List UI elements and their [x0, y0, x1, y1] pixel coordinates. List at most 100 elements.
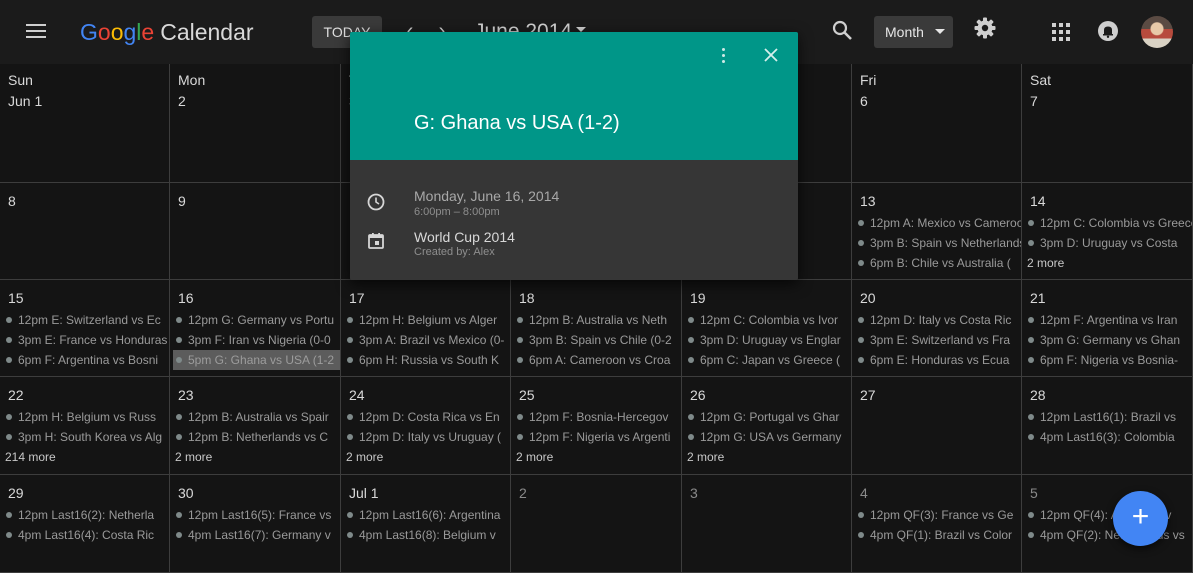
day-cell[interactable]: 15 12pm E: Switzerland vs Ec 3pm E: France…: [0, 280, 170, 377]
day-number[interactable]: 7: [1030, 93, 1038, 109]
day-number[interactable]: 17: [349, 290, 365, 306]
event-chip[interactable]: 12pm F: Argentina vs Iran: [1025, 310, 1192, 330]
day-cell[interactable]: 13 12pm A: Mexico vs Cameroon 3pm B: Spain…: [852, 183, 1022, 280]
event-chip[interactable]: 3pm B: Spain vs Chile (0-2: [514, 330, 681, 350]
more-events-link[interactable]: 2 more: [346, 447, 383, 467]
event-chip[interactable]: 12pm B: Netherlands vs C: [173, 427, 340, 447]
day-number[interactable]: 15: [8, 290, 24, 306]
event-chip[interactable]: 12pm Last16(2): Netherla: [3, 505, 169, 525]
day-cell[interactable]: 25 12pm F: Bosnia-Hercegov 12pm F: Nigeria…: [511, 377, 682, 475]
event-chip[interactable]: 4pm Last16(7): Germany v: [173, 525, 340, 545]
day-number[interactable]: 4: [860, 485, 868, 501]
more-options-icon[interactable]: [716, 46, 732, 64]
event-chip[interactable]: 12pm B: Australia vs Spair: [173, 407, 340, 427]
event-chip[interactable]: 12pm D: Costa Rica vs En: [344, 407, 510, 427]
day-cell[interactable]: Sat 7: [1022, 64, 1193, 183]
avatar[interactable]: [1141, 16, 1173, 48]
event-chip[interactable]: 4pm Last16(8): Belgium v: [344, 525, 510, 545]
day-cell[interactable]: 24 12pm D: Costa Rica vs En 12pm D: Italy …: [341, 377, 511, 475]
day-cell[interactable]: 27: [852, 377, 1022, 475]
event-chip[interactable]: 6pm H: Russia vs South K: [344, 350, 510, 370]
day-number[interactable]: 5: [1030, 485, 1038, 501]
event-chip[interactable]: 6pm A: Cameroon vs Croa: [514, 350, 681, 370]
event-chip[interactable]: 12pm C: Colombia vs Ivor: [685, 310, 851, 330]
gear-icon[interactable]: [973, 16, 997, 40]
day-number[interactable]: 9: [178, 193, 186, 209]
day-number[interactable]: 24: [349, 387, 365, 403]
day-number[interactable]: 18: [519, 290, 535, 306]
day-cell[interactable]: Mon 2: [170, 64, 341, 183]
more-events-link[interactable]: 2 more: [175, 447, 212, 467]
day-number[interactable]: 25: [519, 387, 535, 403]
event-chip[interactable]: 3pm B: Spain vs Netherlands: [855, 233, 1021, 253]
day-number[interactable]: 28: [1030, 387, 1046, 403]
day-cell[interactable]: 29 12pm Last16(2): Netherla 4pm Last16(4):…: [0, 475, 170, 573]
event-chip[interactable]: 3pm D: Uruguay vs Costa: [1025, 233, 1192, 253]
event-chip[interactable]: 3pm G: Germany vs Ghan: [1025, 330, 1192, 350]
notifications-icon[interactable]: [1097, 20, 1119, 42]
event-chip[interactable]: 6pm F: Argentina vs Bosni: [3, 350, 169, 370]
day-number[interactable]: 16: [178, 290, 194, 306]
day-number[interactable]: 2: [178, 93, 186, 109]
day-cell[interactable]: 19 12pm C: Colombia vs Ivor 3pm D: Uruguay…: [682, 280, 852, 377]
event-chip[interactable]: 12pm F: Nigeria vs Argenti: [514, 427, 681, 447]
day-cell[interactable]: 2: [511, 475, 682, 573]
event-chip[interactable]: 12pm A: Mexico vs Cameroon: [855, 213, 1021, 233]
day-number[interactable]: 6: [860, 93, 868, 109]
day-cell[interactable]: 28 12pm Last16(1): Brazil vs 4pm Last16(3)…: [1022, 377, 1193, 475]
event-chip[interactable]: 12pm QF(3): France vs Ge: [855, 505, 1021, 525]
day-cell[interactable]: 3: [682, 475, 852, 573]
event-chip[interactable]: 12pm D: Italy vs Uruguay (: [344, 427, 510, 447]
event-chip[interactable]: 12pm G: USA vs Germany: [685, 427, 851, 447]
day-number[interactable]: 8: [8, 193, 16, 209]
day-cell[interactable]: 4 12pm QF(3): France vs Ge 4pm QF(1): Braz…: [852, 475, 1022, 573]
view-selector[interactable]: Month: [874, 16, 953, 48]
event-chip[interactable]: 6pm B: Chile vs Australia (: [855, 253, 1021, 273]
day-number[interactable]: 26: [690, 387, 706, 403]
more-events-link[interactable]: 2 more: [1027, 253, 1064, 273]
day-number[interactable]: 14: [1030, 193, 1046, 209]
day-number[interactable]: 23: [178, 387, 194, 403]
event-chip[interactable]: 5pm G: Ghana vs USA (1-2: [173, 350, 340, 370]
event-chip[interactable]: 4pm QF(1): Brazil vs Color: [855, 525, 1021, 545]
day-cell[interactable]: 20 12pm D: Italy vs Costa Ric 3pm E: Switz…: [852, 280, 1022, 377]
day-cell[interactable]: Jul 1 12pm Last16(6): Argentina 4pm Last16…: [341, 475, 511, 573]
day-number[interactable]: 19: [690, 290, 706, 306]
day-cell[interactable]: 18 12pm B: Australia vs Neth 3pm B: Spain …: [511, 280, 682, 377]
event-chip[interactable]: 12pm Last16(6): Argentina: [344, 505, 510, 525]
apps-grid-icon[interactable]: [1052, 23, 1070, 41]
search-icon[interactable]: [830, 18, 854, 42]
day-cell[interactable]: 8: [0, 183, 170, 280]
event-chip[interactable]: 3pm F: Iran vs Nigeria (0-0: [173, 330, 340, 350]
event-chip[interactable]: 3pm D: Uruguay vs Englar: [685, 330, 851, 350]
event-chip[interactable]: 3pm H: South Korea vs Alg: [3, 427, 169, 447]
more-events-link[interactable]: 2 more: [516, 447, 553, 467]
day-number[interactable]: 21: [1030, 290, 1046, 306]
day-number[interactable]: 20: [860, 290, 876, 306]
day-cell[interactable]: 26 12pm G: Portugal vs Ghar 12pm G: USA vs…: [682, 377, 852, 475]
event-chip[interactable]: 6pm C: Japan vs Greece (: [685, 350, 851, 370]
day-number[interactable]: Jul 1: [349, 485, 379, 501]
more-events-link[interactable]: 214 more: [5, 447, 56, 467]
event-chip[interactable]: 12pm H: Belgium vs Russ: [3, 407, 169, 427]
day-number[interactable]: 27: [860, 387, 876, 403]
event-chip[interactable]: 12pm B: Australia vs Neth: [514, 310, 681, 330]
more-events-link[interactable]: 2 more: [687, 447, 724, 467]
day-cell[interactable]: 30 12pm Last16(5): France vs 4pm Last16(7)…: [170, 475, 341, 573]
event-chip[interactable]: 4pm Last16(3): Colombia: [1025, 427, 1192, 447]
day-number[interactable]: 2: [519, 485, 527, 501]
close-icon[interactable]: [762, 46, 780, 64]
event-chip[interactable]: 12pm E: Switzerland vs Ec: [3, 310, 169, 330]
event-chip[interactable]: 12pm H: Belgium vs Alger: [344, 310, 510, 330]
event-chip[interactable]: 3pm E: France vs Honduras: [3, 330, 169, 350]
event-chip[interactable]: 12pm F: Bosnia-Hercegov: [514, 407, 681, 427]
day-number[interactable]: 30: [178, 485, 194, 501]
event-chip[interactable]: 3pm A: Brazil vs Mexico (0-: [344, 330, 510, 350]
day-number[interactable]: 29: [8, 485, 24, 501]
day-cell[interactable]: Sun Jun 1: [0, 64, 170, 183]
app-brand[interactable]: Google Calendar: [80, 17, 254, 47]
event-chip[interactable]: 12pm G: Portugal vs Ghar: [685, 407, 851, 427]
event-chip[interactable]: 12pm C: Colombia vs Greece: [1025, 213, 1192, 233]
main-menu-icon[interactable]: [26, 24, 46, 40]
day-cell[interactable]: 21 12pm F: Argentina vs Iran 3pm G: German…: [1022, 280, 1193, 377]
